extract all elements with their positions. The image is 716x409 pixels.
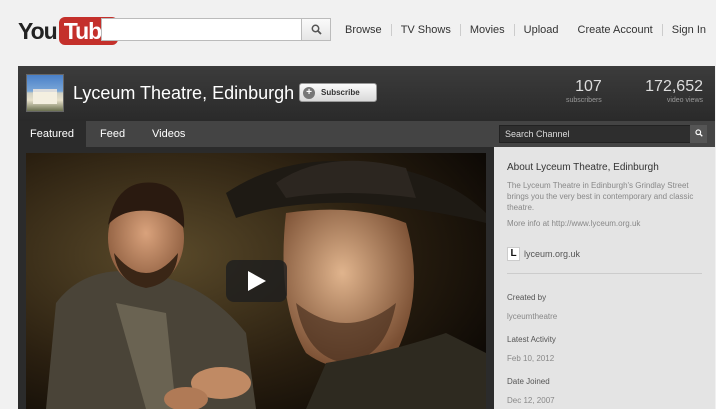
subscriber-count-label: subscribers — [566, 97, 602, 104]
play-button[interactable] — [226, 260, 287, 302]
subscriber-count: 107 subscribers — [566, 78, 602, 104]
tab-featured[interactable]: Featured — [18, 121, 87, 147]
about-heading: About Lyceum Theatre, Edinburgh — [507, 162, 659, 173]
more-info-link[interactable]: More info at http://www.lyceum.org.uk — [507, 218, 640, 229]
sign-in-link[interactable]: Sign In — [661, 24, 706, 36]
divider — [507, 273, 702, 274]
create-account-link[interactable]: Create Account — [569, 24, 662, 36]
search-icon — [311, 24, 322, 35]
about-sidebar: About Lyceum Theatre, Edinburgh The Lyce… — [494, 147, 715, 409]
play-icon — [247, 271, 266, 291]
view-count-value: 172,652 — [645, 78, 703, 95]
logo-you-text: You — [18, 17, 58, 44]
channel-panel: Lyceum Theatre, Edinburgh + Subscribe 10… — [18, 66, 715, 409]
channel-title: Lyceum Theatre, Edinburgh — [73, 83, 295, 103]
website-link[interactable]: lyceum.org.uk — [524, 249, 580, 259]
subscriber-count-value: 107 — [575, 78, 602, 95]
search-channel-input[interactable]: Search Channel — [499, 125, 707, 143]
link-icon: L — [507, 247, 520, 261]
search-icon — [694, 129, 703, 137]
nav-browse[interactable]: Browse — [343, 24, 391, 36]
about-description: The Lyceum Theatre in Edinburgh's Grindl… — [507, 181, 694, 212]
tab-videos[interactable]: Videos — [152, 121, 185, 147]
channel-avatar[interactable] — [26, 74, 64, 112]
created-by-value[interactable]: lyceumtheatre — [507, 311, 557, 322]
subscribe-label: Subscribe — [321, 88, 360, 97]
view-count: 172,652 video views — [645, 78, 703, 104]
nav-tv-shows[interactable]: TV Shows — [390, 24, 460, 36]
top-bar: You Tube Browse TV Shows Movies Upload C… — [0, 0, 716, 64]
main-nav: Browse TV Shows Movies Upload — [343, 24, 568, 36]
nav-upload[interactable]: Upload — [513, 24, 568, 36]
featured-video-player[interactable] — [26, 153, 486, 409]
account-links: Create Account Sign In — [569, 24, 706, 36]
date-joined-label: Date Joined — [507, 377, 550, 386]
latest-activity-label: Latest Activity — [507, 335, 556, 344]
search-input[interactable] — [101, 18, 302, 41]
view-count-label: video views — [666, 97, 703, 104]
channel-header: Lyceum Theatre, Edinburgh + Subscribe 10… — [18, 66, 715, 121]
subscribe-button[interactable]: + Subscribe — [299, 83, 377, 102]
created-by-label: Created by — [507, 293, 547, 302]
search-channel-button[interactable] — [690, 125, 707, 143]
nav-movies[interactable]: Movies — [459, 24, 514, 36]
tab-feed[interactable]: Feed — [100, 121, 125, 147]
plus-icon: + — [303, 86, 315, 99]
date-joined-value: Dec 12, 2007 — [507, 396, 555, 405]
search-button[interactable] — [302, 18, 331, 41]
latest-activity-value: Feb 10, 2012 — [507, 354, 555, 363]
